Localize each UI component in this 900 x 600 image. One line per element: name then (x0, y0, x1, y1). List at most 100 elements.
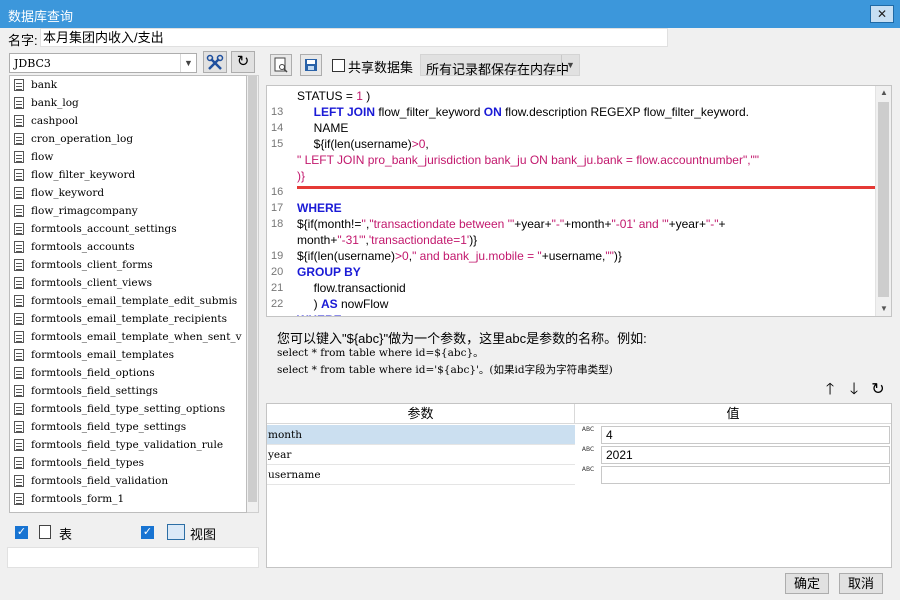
code-line: 21 flow.transactionid (267, 280, 875, 296)
table-row[interactable]: year ABC 2021 (267, 445, 891, 465)
param-value-input[interactable] (601, 466, 890, 484)
list-item[interactable]: formtools_client_forms (10, 256, 246, 274)
line-number: 18 (271, 218, 284, 230)
code-text: " LEFT JOIN pro_bank_jurisdiction bank_j… (297, 152, 759, 168)
preview-button[interactable] (270, 54, 292, 76)
code-text: )} (297, 168, 305, 184)
table-search-input[interactable] (7, 547, 259, 568)
table-name: formtools_email_templates (31, 349, 174, 361)
code-line: WHERE (267, 312, 875, 316)
connection-settings-button[interactable] (203, 51, 227, 73)
list-item[interactable]: bank_log (10, 94, 246, 112)
list-item[interactable]: formtools_client_views (10, 274, 246, 292)
table-header: 参数 值 (267, 404, 891, 424)
table-icon (14, 367, 24, 379)
table-name: bank (31, 79, 58, 91)
code-token: nowFlow (337, 297, 389, 311)
table-name: formtools_email_template_when_sent_v (31, 331, 242, 343)
table-icon (14, 295, 24, 307)
arrow-down-icon[interactable]: 🡓 (844, 380, 864, 400)
line-number: 17 (271, 202, 284, 214)
table-icon (14, 97, 24, 109)
chevron-down-icon[interactable]: ▼ (180, 54, 196, 72)
table-filter-checkbox[interactable]: ✓ (15, 526, 28, 539)
table-row[interactable]: username ABC (267, 465, 891, 485)
scrollbar-thumb[interactable] (878, 102, 889, 297)
list-item[interactable]: formtools_field_types (10, 454, 246, 472)
code-token: LEFT JOIN (313, 105, 376, 119)
datasource-value: JDBC3 (14, 57, 51, 70)
list-item[interactable]: formtools_accounts (10, 238, 246, 256)
param-name[interactable]: year (267, 445, 575, 465)
list-item[interactable]: formtools_email_template_recipients (10, 310, 246, 328)
table-list[interactable]: bank bank_log cashpool cron_operation_log fl… (9, 75, 247, 513)
refresh-tables-button[interactable]: ↻ (231, 51, 255, 73)
parameter-table[interactable]: 参数 值 month ABC 4 year ABC 2021 username ABC (266, 403, 892, 568)
refresh-icon[interactable]: ↻ (868, 380, 888, 400)
code-line: )} (267, 168, 875, 184)
name-label: 名字: (8, 33, 38, 48)
param-value-input[interactable]: 2021 (601, 446, 890, 464)
code-line: 13 LEFT JOIN flow_filter_keyword ON flow… (267, 104, 875, 120)
list-item[interactable]: flow_rimagcompany (10, 202, 246, 220)
hint-line: 您可以键入"${abc}"做为一个参数，这里abc是参数的名称。例如: (277, 331, 647, 346)
table-name: formtools_form_1 (31, 493, 125, 505)
table-row[interactable]: month ABC 4 (267, 425, 891, 445)
type-text-icon[interactable]: ABC (577, 446, 599, 464)
save-button[interactable] (300, 54, 322, 76)
list-item[interactable]: flow (10, 148, 246, 166)
close-button[interactable]: ✕ (870, 5, 894, 23)
list-item[interactable]: flow_filter_keyword (10, 166, 246, 184)
code-token: ON (483, 105, 502, 119)
list-item[interactable]: formtools_email_template_edit_submis (10, 292, 246, 310)
datasource-select[interactable]: JDBC3 ▼ (9, 53, 197, 73)
chevron-down-icon[interactable]: ▼ (561, 55, 579, 75)
param-name[interactable]: month (267, 425, 575, 445)
list-item[interactable]: formtools_field_type_validation_rule (10, 436, 246, 454)
code-token: WHERE (297, 201, 342, 215)
code-text: ) AS nowFlow (297, 296, 389, 312)
list-item[interactable]: formtools_field_options (10, 364, 246, 382)
arrow-up-icon[interactable]: 🡑 (820, 380, 840, 400)
share-dataset-checkbox[interactable] (332, 59, 345, 72)
left-panel: JDBC3 ▼ ↻ bank bank_log cashpool cron_opera… (7, 51, 259, 571)
memory-mode-select[interactable]: 所有记录都保存在内存中 ▼ (420, 54, 580, 77)
scroll-down-icon[interactable]: ▼ (876, 302, 891, 316)
type-text-icon[interactable]: ABC (577, 466, 599, 484)
table-icon (14, 331, 24, 343)
table-icon (14, 475, 24, 487)
list-item[interactable]: cron_operation_log (10, 130, 246, 148)
list-item[interactable]: cashpool (10, 112, 246, 130)
code-text: WHERE (297, 200, 342, 216)
sql-editor[interactable]: WHERE22 ) AS nowFlow21 flow.transactioni… (266, 85, 892, 317)
list-item[interactable]: formtools_form_1 (10, 490, 246, 508)
scroll-up-icon[interactable]: ▲ (876, 86, 891, 100)
list-item[interactable]: formtools_field_type_settings (10, 418, 246, 436)
scrollbar-thumb[interactable] (248, 76, 257, 502)
ok-button[interactable]: 确定 (785, 573, 829, 594)
code-token: >0 (395, 249, 409, 263)
param-value-input[interactable]: 4 (601, 426, 890, 444)
list-item[interactable]: bank (10, 76, 246, 94)
list-item[interactable]: formtools_field_type_setting_options (10, 400, 246, 418)
code-token: 'transactiondate=1' (368, 233, 470, 247)
list-item[interactable]: flow_keyword (10, 184, 246, 202)
list-item[interactable]: formtools_account_settings (10, 220, 246, 238)
list-item[interactable]: formtools_field_settings (10, 382, 246, 400)
line-number: 21 (271, 282, 284, 294)
cancel-button[interactable]: 取消 (839, 573, 883, 594)
list-item[interactable]: formtools_field_validation (10, 472, 246, 490)
param-name[interactable]: username (267, 465, 575, 485)
table-list-scrollbar[interactable] (247, 75, 259, 513)
name-input[interactable]: 本月集团内收入/支出 (40, 28, 668, 47)
view-filter-checkbox[interactable]: ✓ (141, 526, 154, 539)
table-icon (14, 457, 24, 469)
table-icon (14, 241, 24, 253)
editor-scrollbar[interactable]: ▲ ▼ (875, 86, 891, 316)
code-line: 14 NAME (267, 120, 875, 136)
table-name: flow_keyword (31, 187, 105, 199)
list-item[interactable]: formtools_email_templates (10, 346, 246, 364)
type-text-icon[interactable]: ABC (577, 426, 599, 444)
list-item[interactable]: formtools_email_template_when_sent_v (10, 328, 246, 346)
